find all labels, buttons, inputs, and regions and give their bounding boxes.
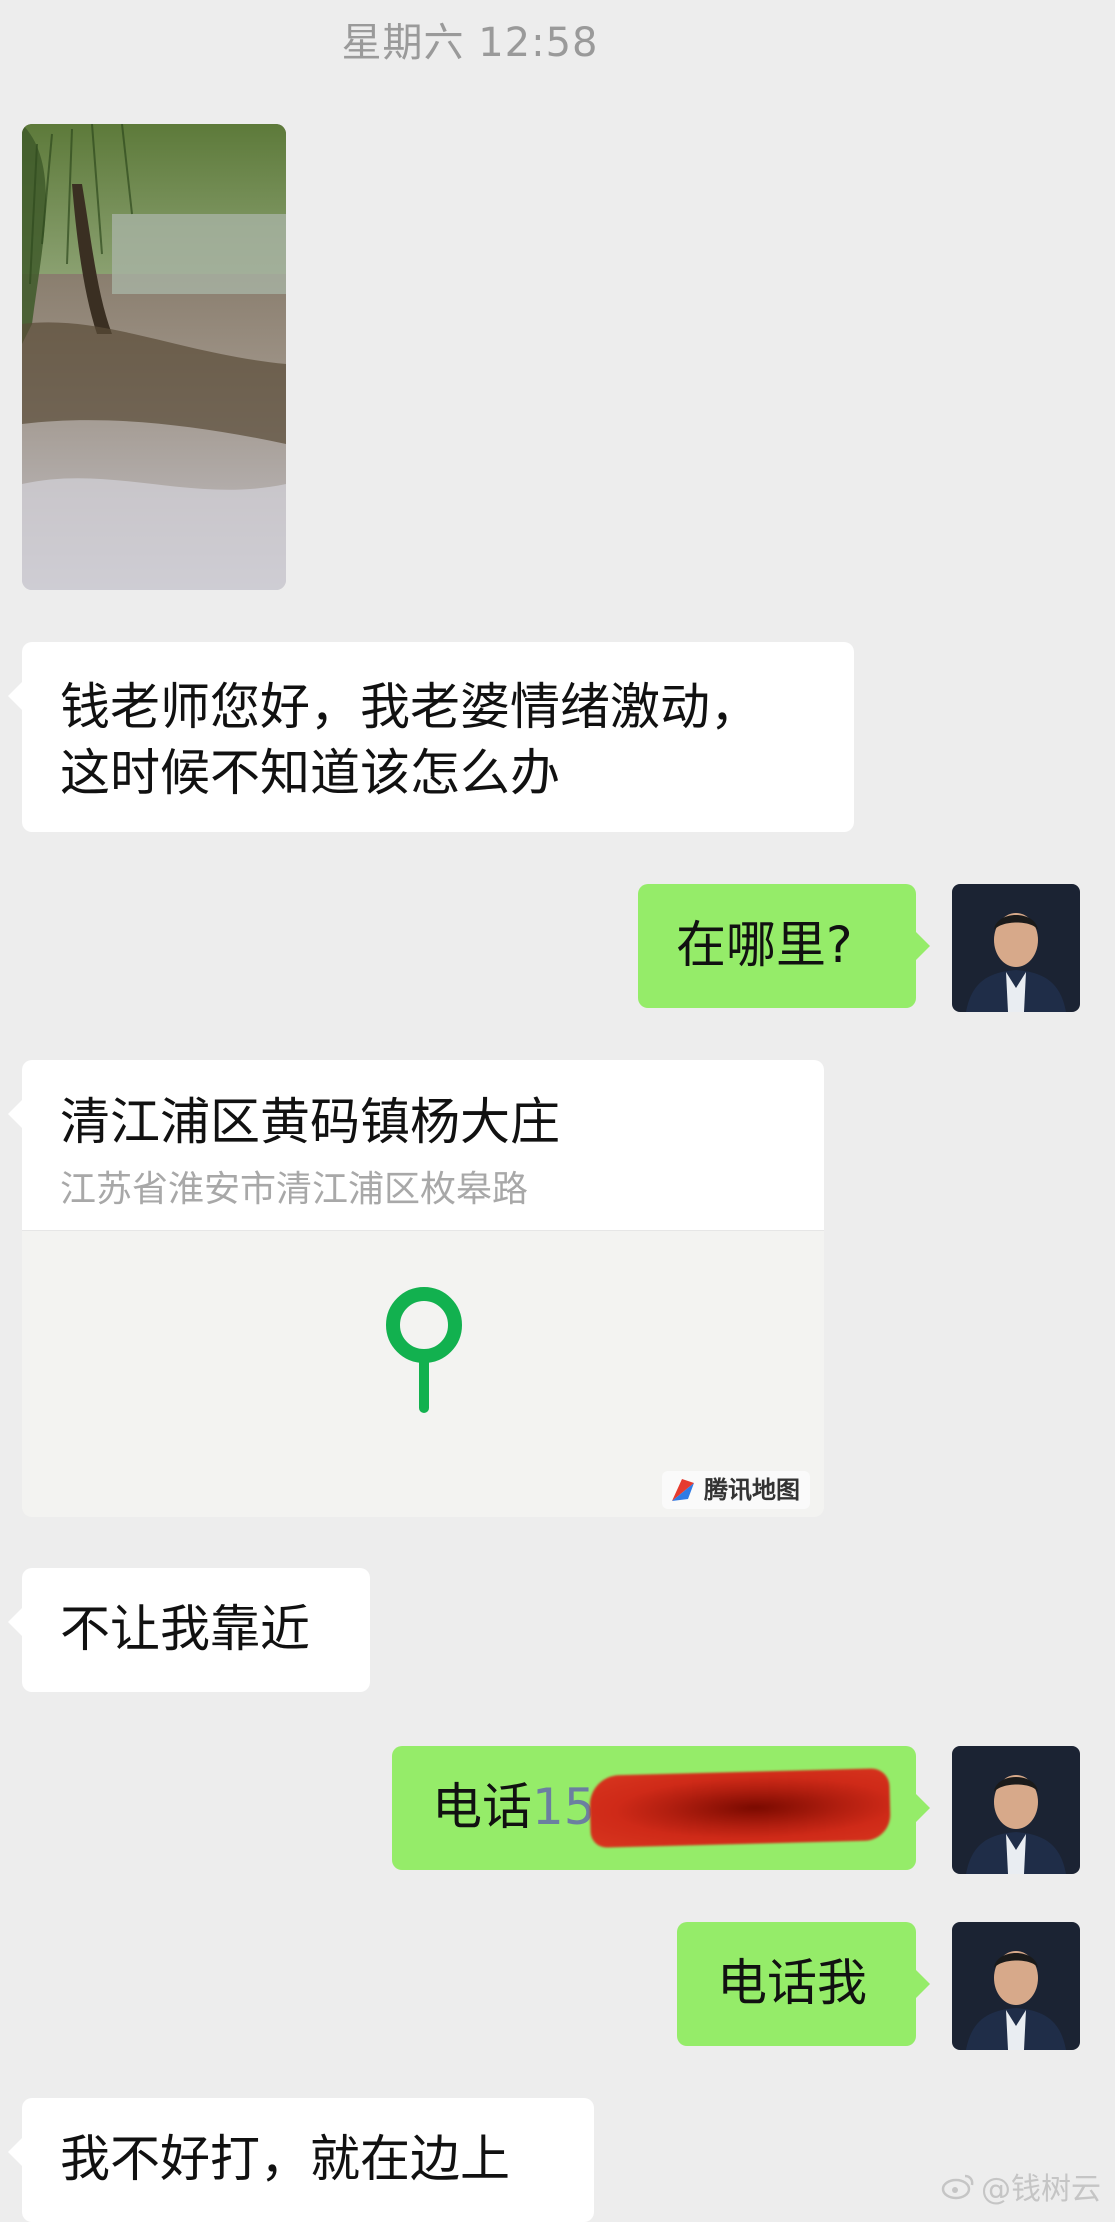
map-brand: 腾讯地图 — [662, 1471, 810, 1509]
map-preview[interactable]: 腾讯地图 — [22, 1230, 824, 1517]
avatar-image — [952, 1746, 1080, 1874]
message-text: 我不好打，就在边上 — [60, 2130, 510, 2188]
redaction-mark — [589, 1768, 891, 1848]
location-card[interactable]: 清江浦区黄码镇杨大庄 江苏省淮安市清江浦区枚皋路 腾讯地图 — [8, 1060, 824, 1517]
avatar-image — [952, 1922, 1080, 2050]
incoming-message[interactable]: 不让我靠近 — [8, 1568, 370, 1692]
timestamp: 星期六 12:58 — [341, 20, 599, 66]
photo-thumbnail — [22, 124, 286, 590]
avatar[interactable] — [952, 1746, 1080, 1874]
message-text-line: 这时候不知道该怎么办 — [60, 744, 560, 802]
incoming-message[interactable]: 钱老师您好，我老婆情绪激动， 这时候不知道该怎么办 — [8, 642, 854, 832]
weibo-icon — [941, 2174, 974, 2200]
avatar[interactable] — [952, 884, 1080, 1012]
location-address: 江苏省淮安市清江浦区枚皋路 — [60, 1169, 529, 1210]
outgoing-message[interactable]: 电话我 — [677, 1922, 930, 2046]
avatar[interactable] — [952, 1922, 1080, 2050]
photo-message[interactable] — [22, 124, 286, 590]
message-text-line: 钱老师您好，我老婆情绪激动， — [60, 678, 760, 736]
message-text: 电话我 — [717, 1954, 867, 2012]
phone-label: 电话 — [432, 1778, 532, 1836]
watermark: @钱树云 — [941, 2164, 1101, 2208]
location-title: 清江浦区黄码镇杨大庄 — [60, 1093, 560, 1151]
message-text: 在哪里? — [676, 916, 853, 974]
map-pin-icon — [386, 1287, 462, 1413]
incoming-message[interactable]: 我不好打，就在边上 — [8, 2098, 594, 2222]
avatar-image — [952, 884, 1080, 1012]
tencent-map-logo-icon — [672, 1479, 694, 1501]
outgoing-message[interactable]: 在哪里? — [638, 884, 930, 1008]
map-brand-label: 腾讯地图 — [704, 1476, 800, 1504]
watermark-text: @钱树云 — [981, 2172, 1101, 2207]
message-text: 不让我靠近 — [60, 1600, 310, 1658]
